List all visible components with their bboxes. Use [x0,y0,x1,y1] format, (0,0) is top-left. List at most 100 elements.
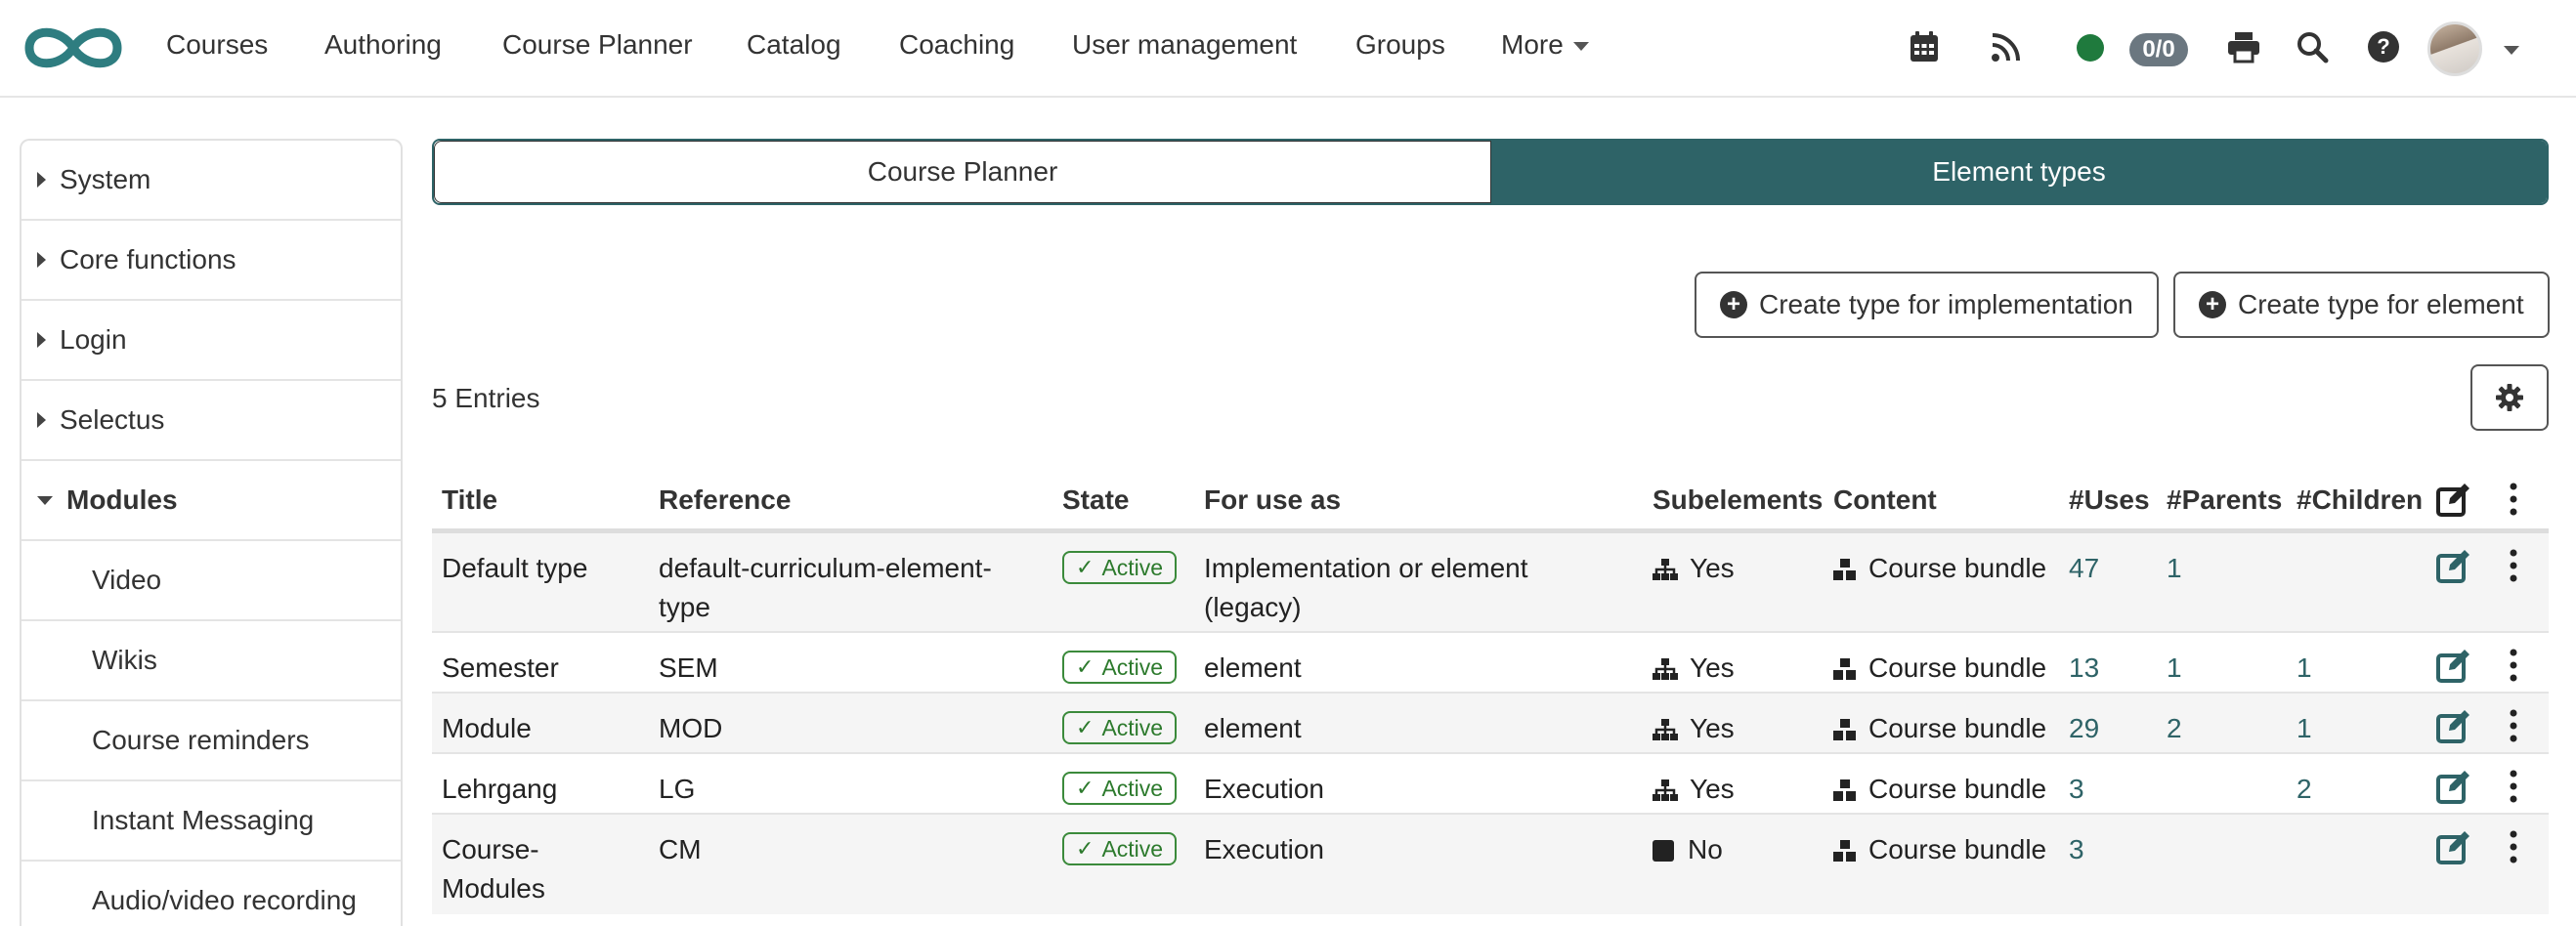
more-options-icon[interactable] [2506,481,2521,518]
caret-right-icon [37,332,46,348]
create-type-for-implementation-button[interactable]: + Create type for implementation [1695,272,2159,338]
nav-more[interactable]: More [1501,29,1589,61]
sidebar-item-instant-messaging[interactable]: Instant Messaging [21,781,401,862]
more-options-icon[interactable] [2506,828,2521,865]
create-type-for-element-button[interactable]: + Create type for element [2173,272,2550,338]
help-icon[interactable]: ? [2366,29,2401,64]
nav-authoring[interactable]: Authoring [324,29,442,61]
uses-link[interactable]: 3 [2069,830,2084,869]
check-icon: ✓ [1076,715,1095,739]
edit-icon[interactable] [2435,768,2472,805]
edit-icon[interactable] [2435,707,2472,744]
column-uses[interactable]: #Uses [2069,484,2150,516]
table-header: Title Reference State For use as Subelem… [432,469,2549,533]
edit-icon[interactable] [2435,547,2472,584]
nav-course-planner[interactable]: Course Planner [502,29,693,61]
uses-link[interactable]: 29 [2069,709,2099,748]
content-label: Course bundle [1868,652,2047,683]
sidebar-item-label: Course reminders [92,725,310,755]
parents-link[interactable]: 1 [2167,549,2182,588]
rss-icon[interactable] [1989,29,2024,64]
sidebar-item-modules[interactable]: Modules [21,461,401,541]
column-children[interactable]: #Children [2297,484,2423,516]
subelements-label: No [1688,834,1723,864]
uses-link[interactable]: 47 [2069,549,2099,588]
parents-link[interactable]: 2 [2167,709,2182,748]
uses-link[interactable]: 3 [2069,770,2084,809]
instant-messaging-badge[interactable]: 0/0 [2129,33,2188,66]
sitemap-icon [1653,719,1678,740]
sidebar-item-audio-video-recording[interactable]: Audio/video recording [21,862,401,926]
table-row: Lehrgang LG ✓ Active Execution Yes Course… [432,754,2549,815]
square-icon [1653,840,1674,862]
sidebar: System Core functions Login Selectus Mod… [20,139,403,926]
column-for-use-as[interactable]: For use as [1204,484,1341,516]
more-options-icon[interactable] [2506,707,2521,744]
cell-subelements: Yes [1653,709,1735,748]
cubes-icon [1833,719,1856,740]
avatar[interactable] [2427,21,2482,76]
cubes-icon [1833,779,1856,801]
search-icon[interactable] [2295,29,2330,64]
sitemap-icon [1653,779,1678,801]
content-label: Course bundle [1868,713,2047,743]
plus-circle-icon: + [1720,291,1747,318]
more-options-icon[interactable] [2506,547,2521,584]
column-state[interactable]: State [1062,484,1129,516]
nav-courses[interactable]: Courses [166,29,268,61]
sidebar-item-wikis[interactable]: Wikis [21,621,401,701]
status-badge: ✓ Active [1062,832,1178,865]
sidebar-item-label: Login [60,324,127,355]
column-subelements[interactable]: Subelements [1653,484,1823,516]
print-icon[interactable] [2226,29,2261,64]
sidebar-item-selectus[interactable]: Selectus [21,381,401,461]
svg-text:?: ? [2377,34,2389,59]
sidebar-item-label: Instant Messaging [92,805,315,835]
cell-for-use-as: Execution [1204,834,1324,864]
tab-course-planner[interactable]: Course Planner [434,141,1491,203]
more-options-icon[interactable] [2506,647,2521,684]
cell-subelements: Yes [1653,649,1735,688]
online-status-icon[interactable] [2077,34,2104,62]
sidebar-item-login[interactable]: Login [21,301,401,381]
cubes-icon [1833,559,1856,580]
calendar-icon[interactable] [1907,29,1942,64]
more-options-icon[interactable] [2506,768,2521,805]
chevron-down-icon[interactable] [2504,46,2519,55]
top-navigation: Courses Authoring Course Planner Catalog… [0,0,2576,98]
column-content[interactable]: Content [1833,484,1937,516]
cell-title: Course-Modules [442,834,545,904]
table-row: Semester SEM ✓ Active element Yes Course … [432,633,2549,694]
nav-user-management[interactable]: User management [1072,29,1297,61]
cell-for-use-as: element [1204,713,1302,743]
cell-subelements: Yes [1653,549,1735,588]
logo-icon[interactable] [21,20,125,76]
cubes-icon [1833,840,1856,862]
subelements-label: Yes [1690,652,1735,683]
sidebar-item-course-reminders[interactable]: Course reminders [21,701,401,781]
table-settings-button[interactable] [2470,364,2549,431]
children-link[interactable]: 1 [2297,709,2312,748]
tab-element-types[interactable]: Element types [1491,141,2547,203]
children-link[interactable]: 2 [2297,770,2312,809]
edit-icon[interactable] [2435,647,2472,684]
nav-catalog[interactable]: Catalog [747,29,841,61]
parents-link[interactable]: 1 [2167,649,2182,688]
table-row: Course-Modules CM ✓ Active Execution No C… [432,815,2549,914]
cell-title: Lehrgang [442,774,558,804]
cell-content: Course bundle [1833,770,2046,809]
sidebar-item-core-functions[interactable]: Core functions [21,221,401,301]
nav-coaching[interactable]: Coaching [899,29,1014,61]
edit-icon[interactable] [2435,828,2472,865]
sidebar-item-label: Selectus [60,404,165,435]
nav-groups[interactable]: Groups [1355,29,1445,61]
uses-link[interactable]: 13 [2069,649,2099,688]
children-link[interactable]: 1 [2297,649,2312,688]
column-title[interactable]: Title [442,484,497,516]
sidebar-item-system[interactable]: System [21,141,401,221]
status-label: Active [1101,714,1164,740]
entries-count: 5 Entries [432,383,540,413]
column-parents[interactable]: #Parents [2167,484,2282,516]
column-reference[interactable]: Reference [659,484,791,516]
sidebar-item-video[interactable]: Video [21,541,401,621]
